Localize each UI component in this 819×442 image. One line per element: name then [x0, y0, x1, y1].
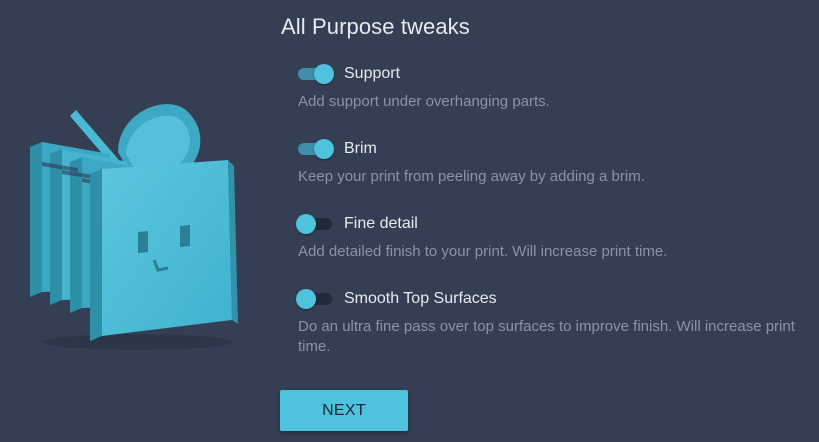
next-button[interactable]: NEXT — [280, 390, 408, 431]
toggle-knob — [314, 64, 334, 84]
toggle-knob — [296, 289, 316, 309]
option-description: Add support under overhanging parts. — [298, 93, 550, 110]
support-toggle[interactable] — [296, 63, 334, 85]
fine-detail-toggle[interactable] — [296, 213, 334, 235]
toggle-knob — [314, 139, 334, 159]
option-fine-detail: Fine detail Add detailed finish to your … — [296, 212, 806, 262]
option-smooth-top-surfaces: Smooth Top Surfaces Do an ultra fine pas… — [296, 287, 806, 357]
option-label: Support — [344, 65, 401, 82]
smooth-top-surfaces-toggle[interactable] — [296, 288, 334, 310]
option-description: Keep your print from peeling away by add… — [298, 168, 645, 185]
option-label: Brim — [344, 140, 377, 157]
option-label: Fine detail — [344, 215, 418, 232]
brim-toggle[interactable] — [296, 138, 334, 160]
page-title: All Purpose tweaks — [281, 14, 470, 39]
cube-mascot-with-heart-icon — [30, 104, 238, 350]
tweaks-page: All Purpose tweaks Support Add support u… — [0, 0, 819, 442]
option-label: Smooth Top Surfaces — [344, 290, 497, 307]
option-description: Do an ultra fine pass over top surfaces … — [298, 318, 795, 355]
option-description: Add detailed finish to your print. Will … — [298, 243, 668, 260]
toggle-knob — [296, 214, 316, 234]
option-support: Support Add support under overhanging pa… — [296, 62, 806, 112]
option-brim: Brim Keep your print from peeling away b… — [296, 137, 806, 187]
